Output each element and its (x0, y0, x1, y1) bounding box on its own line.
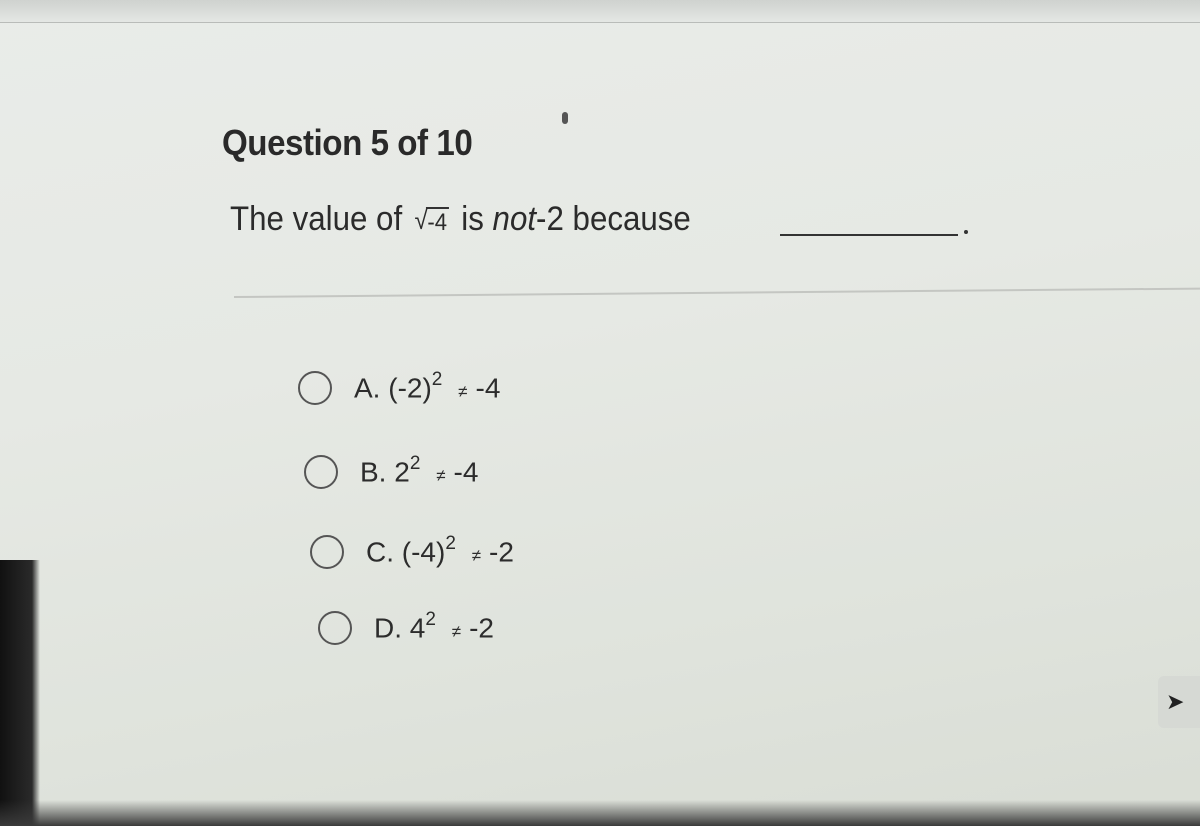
option-base: 4 (409, 612, 426, 644)
option-d[interactable]: D. 42 ≠ -2 (318, 606, 494, 650)
not-equal-icon: ≠ (471, 545, 482, 565)
option-b[interactable]: B. 22 ≠ -4 (304, 450, 478, 494)
divider (233, 287, 1200, 298)
prompt-emphasis: not (492, 200, 537, 238)
option-base: (-4) (401, 536, 446, 568)
radio-button[interactable] (310, 535, 344, 569)
question-header: Question 5 of 10 (222, 122, 473, 163)
option-a[interactable]: A. (-2)2 ≠ -4 (298, 366, 500, 410)
prompt-period (964, 230, 968, 234)
radio-button[interactable] (298, 371, 332, 405)
option-rhs: -4 (453, 456, 479, 488)
monitor-bezel-bottom (0, 800, 1200, 826)
not-equal-icon: ≠ (436, 465, 446, 485)
option-rhs: -2 (489, 536, 514, 568)
option-exponent: 2 (409, 453, 421, 475)
option-base: 2 (394, 456, 410, 488)
option-rhs: -2 (469, 612, 494, 644)
prompt-text-before: The value of (230, 200, 403, 238)
window-top-edge (0, 0, 1200, 23)
option-letter: D. (374, 612, 402, 644)
square-root-expression: √ -4 (415, 205, 449, 237)
not-equal-icon: ≠ (451, 621, 462, 641)
option-rhs: -4 (475, 372, 501, 404)
option-exponent: 2 (425, 609, 436, 631)
option-letter: B. (360, 456, 387, 488)
option-label: C. (-4)2 ≠ -2 (366, 533, 514, 568)
option-exponent: 2 (445, 533, 456, 555)
option-exponent: 2 (431, 369, 443, 391)
radical-sign-icon: √ (414, 205, 428, 235)
radio-button[interactable] (304, 455, 338, 489)
quiz-screen: Question 5 of 10 The value of √ -4 is no… (0, 0, 1200, 826)
option-letter: A. (354, 372, 381, 404)
radicand: -4 (425, 207, 449, 236)
prompt-text-after: -2 because (536, 200, 691, 238)
radio-button[interactable] (318, 611, 352, 645)
option-letter: C. (366, 536, 394, 568)
prompt-text-is: is (461, 200, 484, 238)
monitor-bezel-left (0, 560, 40, 826)
answer-blank (780, 234, 958, 236)
option-label: D. 42 ≠ -2 (374, 609, 494, 644)
not-equal-icon: ≠ (458, 381, 468, 401)
option-c[interactable]: C. (-4)2 ≠ -2 (310, 530, 514, 574)
screen-speck (562, 112, 568, 124)
option-base: (-2) (388, 372, 432, 404)
next-button[interactable]: ➤ (1158, 676, 1200, 728)
arrow-icon: ➤ (1166, 689, 1185, 714)
option-label: B. 22 ≠ -4 (360, 453, 479, 488)
question-prompt: The value of √ -4 is not-2 because (230, 200, 691, 239)
option-label: A. (-2)2 ≠ -4 (354, 369, 501, 404)
